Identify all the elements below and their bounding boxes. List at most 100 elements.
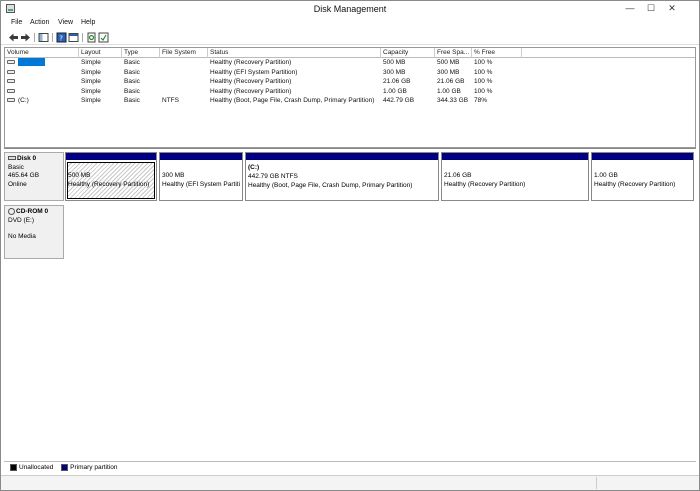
volume-row[interactable]: Simple Basic Healthy (Recovery Partition… [5,58,695,68]
free-cell: 500 MB [437,59,460,66]
partition-efi-300mb[interactable]: 300 MB Healthy (EFI System Partiti [159,152,243,201]
export-list-icon[interactable] [98,32,109,43]
toolbar-separator [34,33,35,42]
toolbar: ? [1,30,699,45]
partition-text: 1.00 GB Healthy (Recovery Partition) [594,171,691,189]
fs-cell: NTFS [162,97,179,104]
partition-recovery-500mb[interactable]: 500 MB Healthy (Recovery Partition) [65,152,157,201]
column-capacity[interactable]: Capacity [381,48,435,58]
maximize-button[interactable]: ☐ [642,1,660,17]
volume-cell [5,77,79,87]
volume-row[interactable]: (C:) Simple Basic NTFS Healthy (Boot, Pa… [5,96,695,106]
capacity-cell: 500 MB [383,59,406,66]
back-icon[interactable] [8,32,19,43]
percent-free-cell: 78% [474,97,488,104]
help-icon[interactable]: ? [56,32,67,43]
minimize-button[interactable]: — [621,1,639,17]
layout-cell: Simple [81,78,101,85]
volume-name-selected [18,58,45,67]
console-tree-icon[interactable] [38,32,49,43]
fs-cell [160,58,208,68]
primary-partition-bar [442,153,588,160]
column-status[interactable]: Status [208,48,381,58]
volume-row[interactable]: Simple Basic Healthy (EFI System Partiti… [5,68,695,78]
volume-list-header: Volume Layout Type File System Status Ca… [5,48,695,58]
status-cell: Healthy (Recovery Partition) [210,87,292,95]
layout-cell: Simple [81,68,101,76]
capacity-cell: 300 MB [383,68,406,76]
partition-status: Healthy (EFI System Partiti [162,181,240,188]
svg-text:?: ? [59,35,63,43]
column-volume[interactable]: Volume [5,48,79,58]
status-bar [1,475,699,490]
volume-row[interactable]: Simple Basic Healthy (Recovery Partition… [5,87,695,97]
menu-file[interactable]: File [11,19,22,26]
fs-cell [160,87,208,97]
volume-icon [7,88,15,93]
disk-name: CD-ROM 0 [16,208,49,216]
cdrom-0-label[interactable]: CD-ROM 0 DVD (E:) No Media [4,205,64,259]
column-layout[interactable]: Layout [79,48,122,58]
status-bar-panel [596,477,696,489]
legend-label: Unallocated [19,464,54,471]
disk-name-line: Disk 0 [8,155,60,164]
status-cell: Healthy (EFI System Partition) [210,68,298,76]
partition-recovery-1gb[interactable]: 1.00 GB Healthy (Recovery Partition) [591,152,694,201]
legend-label: Primary partition [70,464,118,471]
capacity-cell: 21.06 GB [383,78,411,85]
partition-status: Healthy (Recovery Partition) [68,181,150,188]
close-button[interactable]: ✕ [663,1,681,17]
partition-size: 500 MB [68,172,91,179]
partition-text: 500 MB Healthy (Recovery Partition) [68,171,154,189]
volume-row[interactable]: Simple Basic Healthy (Recovery Partition… [5,77,695,87]
column-percent-free[interactable]: % Free [472,48,522,58]
fs-cell [160,77,208,87]
volume-list[interactable]: Volume Layout Type File System Status Ca… [4,47,696,148]
disk-type: DVD (E:) [8,216,34,224]
volume-icon [7,98,15,103]
disk-size: 465.64 GB [8,172,40,179]
forward-icon[interactable] [20,32,31,43]
menu-help[interactable]: Help [81,19,95,26]
capacity-cell: 442.79 GB [383,97,415,104]
primary-partition-swatch [61,463,69,471]
primary-partition-bar [246,153,438,160]
hard-disk-icon [8,156,16,161]
partition-drive-letter: (C:) [248,164,260,171]
partition-size: 442.79 GB NTFS [248,173,298,180]
title-bar: Disk Management — ☐ ✕ [1,1,699,18]
volume-cell [5,87,79,97]
partition-status: Healthy (Recovery Partition) [444,181,526,188]
status-cell: Healthy (Recovery Partition) [210,59,292,66]
type-cell: Basic [124,97,140,104]
partition-text: 21.06 GB Healthy (Recovery Partition) [444,171,586,189]
refresh-icon[interactable] [86,32,97,43]
column-type[interactable]: Type [122,48,160,58]
column-free-space[interactable]: Free Spa... [435,48,472,58]
disk-0-label[interactable]: Disk 0 Basic 465.64 GB Online [4,152,64,201]
type-cell: Basic [124,87,140,95]
percent-free-cell: 100 % [474,59,493,66]
menu-action[interactable]: Action [30,19,49,26]
legend-item-primary: Primary partition [61,463,118,471]
layout-cell: Simple [81,97,101,104]
capacity-cell: 1.00 GB [383,87,407,95]
partition-recovery-21gb[interactable]: 21.06 GB Healthy (Recovery Partition) [441,152,589,201]
volume-cell [5,68,79,78]
partition-status: Healthy (Boot, Page File, Crash Dump, Pr… [248,182,413,189]
partition-text: 300 MB Healthy (EFI System Partiti [162,171,240,189]
partition-size: 21.06 GB [444,172,472,179]
partition-c-drive[interactable]: (C:) 442.79 GB NTFS Healthy (Boot, Page … [245,152,439,201]
status-cell: Healthy (Boot, Page File, Crash Dump, Pr… [210,97,375,104]
disk-name: Disk 0 [17,155,37,162]
window-title: Disk Management [313,4,387,14]
volume-icon [7,69,15,74]
menu-view[interactable]: View [58,19,73,26]
properties-icon[interactable] [68,32,79,43]
volume-icon [7,60,15,65]
fs-cell [160,68,208,78]
percent-free-cell: 100 % [474,68,493,76]
partition-text: (C:) 442.79 GB NTFS Healthy (Boot, Page … [248,163,436,190]
toolbar-separator [52,33,53,42]
column-file-system[interactable]: File System [160,48,208,58]
